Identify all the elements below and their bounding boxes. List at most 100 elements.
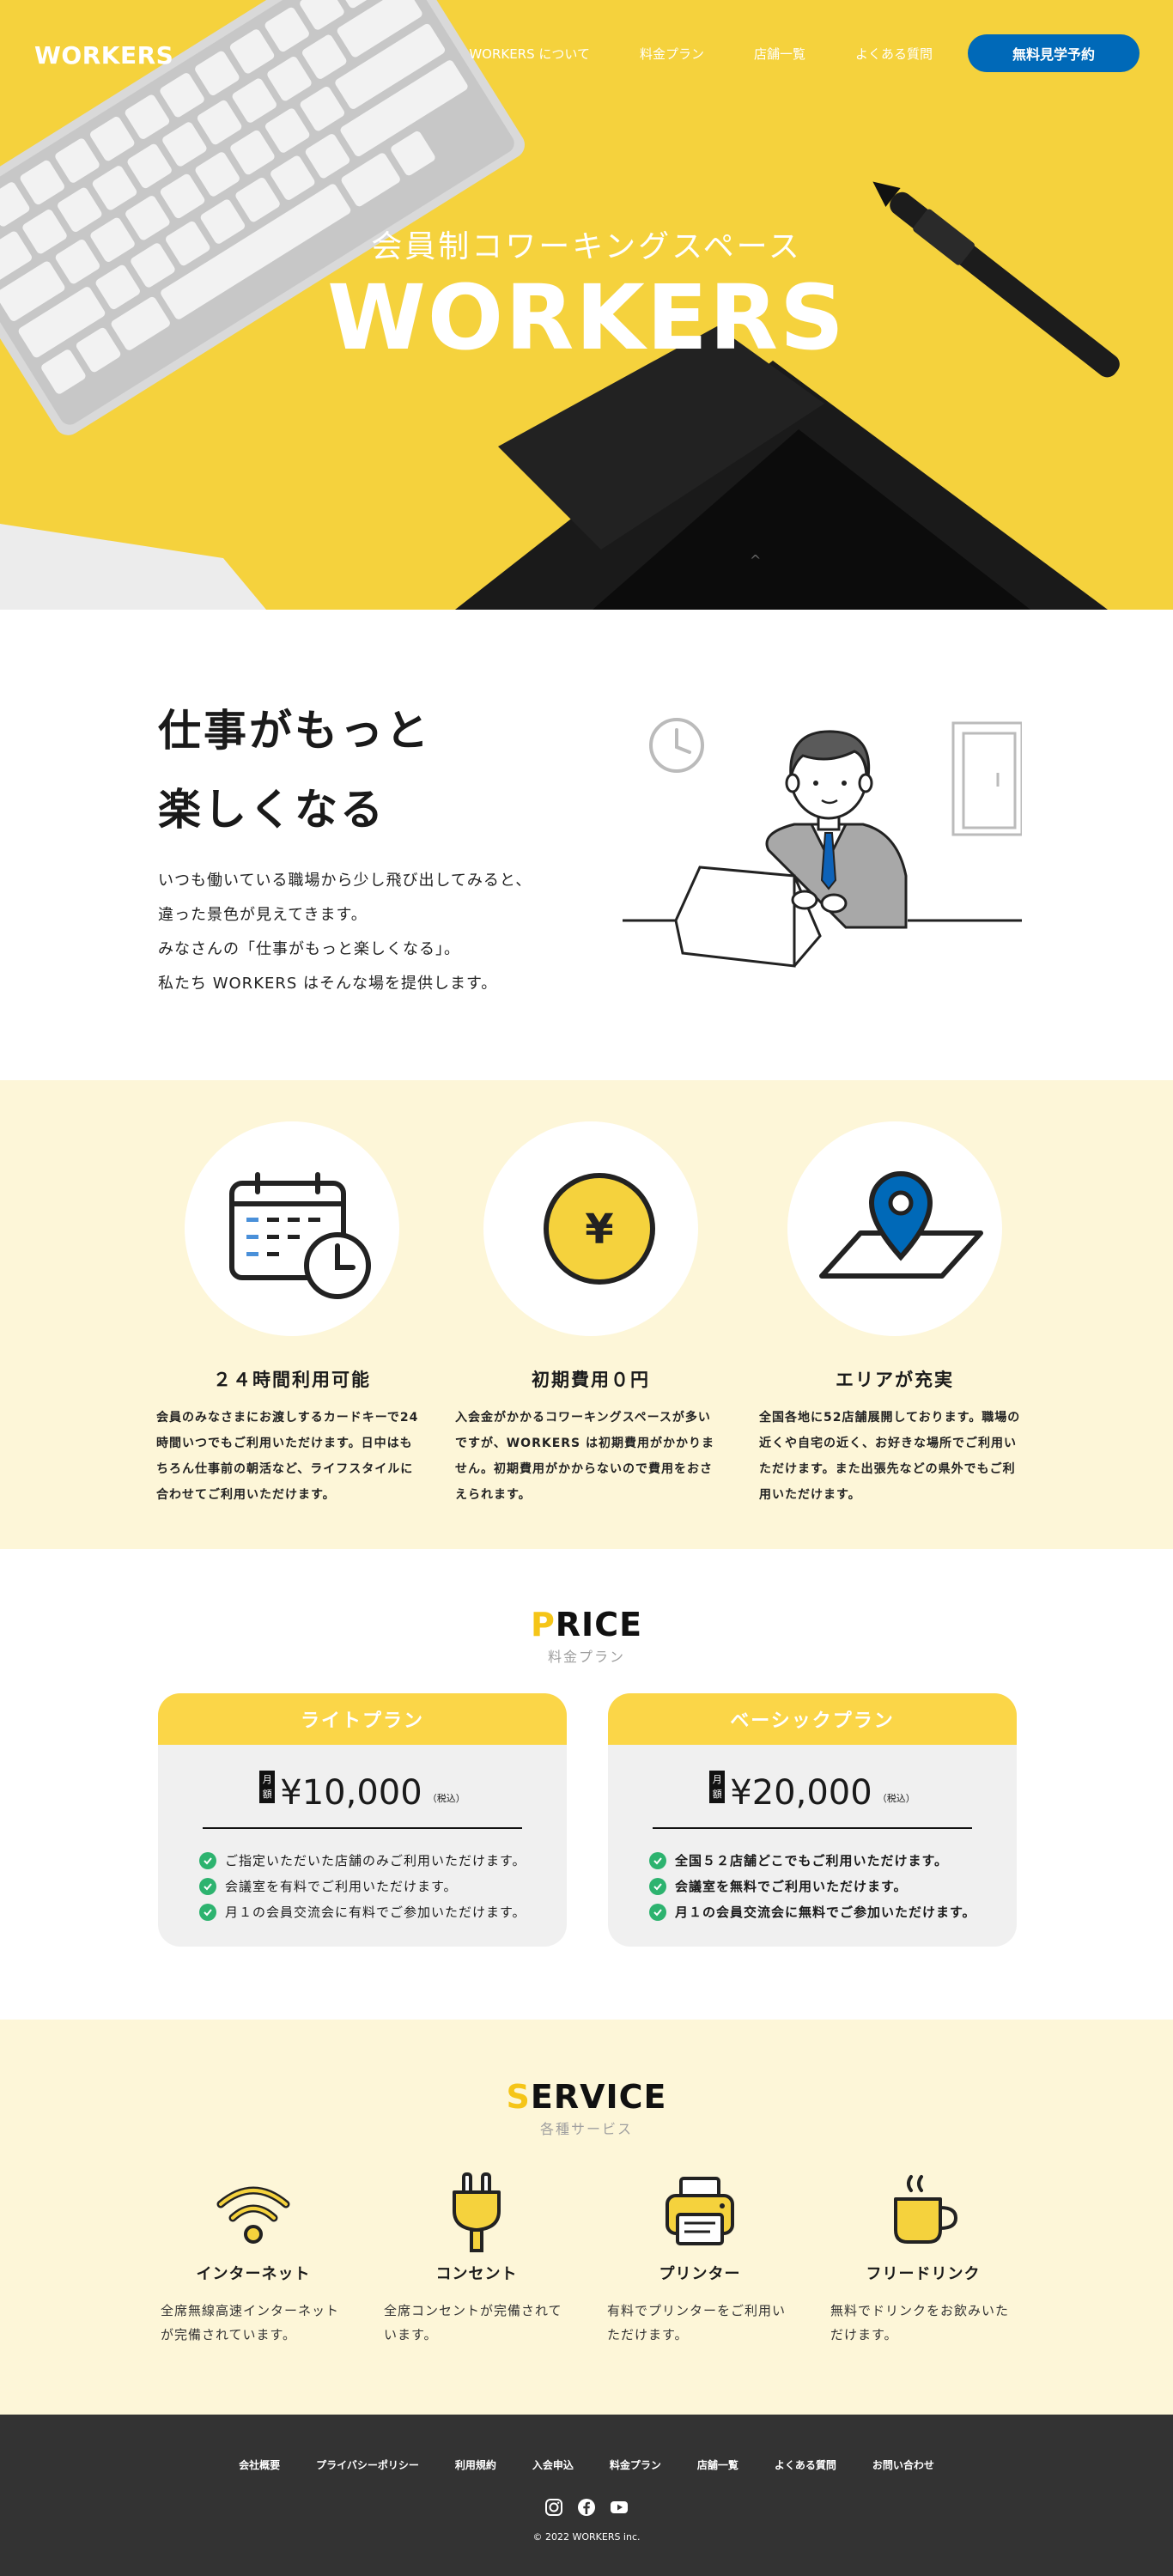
service-section: SERVICE 各種サービス インターネット 全席無線高速インターネットが完備さ… bbox=[0, 2020, 1173, 2415]
footer-link-faq[interactable]: よくある質問 bbox=[775, 2458, 836, 2472]
check-icon bbox=[649, 1852, 666, 1869]
main-nav: WORKERS について 料金プラン 店舗一覧 よくある質問 bbox=[469, 45, 933, 63]
nav-link-faq[interactable]: よくある質問 bbox=[855, 45, 933, 63]
feature-title: エリアが充実 bbox=[836, 1370, 954, 1390]
divider bbox=[203, 1827, 522, 1829]
plan-card-light[interactable]: ライトプラン 月額 ¥10,000 （税込） ご指定いただいた店舗のみご利用いた… bbox=[158, 1693, 567, 1947]
check-icon bbox=[649, 1904, 666, 1921]
intro-text-line: いつも働いている職場から少し飛び出してみると、 bbox=[158, 872, 532, 890]
businessman-laptop-illustration bbox=[623, 718, 1022, 968]
footer-link-terms[interactable]: 利用規約 bbox=[455, 2458, 496, 2472]
footer-link-company[interactable]: 会社概要 bbox=[239, 2458, 280, 2472]
price-section: PRICE 料金プラン ライトプラン 月額 ¥10,000 （税込） ご指定いた… bbox=[0, 1549, 1173, 2020]
check-icon bbox=[649, 1878, 666, 1895]
service-text: 全席コンセントが完備されています。 bbox=[384, 2303, 562, 2342]
plan-name: ベーシックプラン bbox=[608, 1693, 1017, 1745]
scroll-caret-icon[interactable]: ^ bbox=[750, 552, 761, 568]
free-tour-booking-button[interactable]: 無料見学予約 bbox=[968, 34, 1140, 72]
coffee-icon bbox=[894, 2175, 958, 2244]
nav-link-stores[interactable]: 店舗一覧 bbox=[754, 45, 805, 63]
footer-nav: 会社概要 プライバシーポリシー 利用規約 入会申込 料金プラン 店舗一覧 よくあ… bbox=[0, 2458, 1173, 2472]
map-pin-icon bbox=[819, 1171, 983, 1279]
plan-feature-item: 会議室を無料でご利用いただけます。 bbox=[649, 1874, 976, 1899]
feature-text: 全国各地に52店舗展開しております。職場の近くや自宅の近く、お好きな場所でご利用… bbox=[759, 1411, 1021, 1502]
service-heading-rest: ERVICE bbox=[530, 2078, 667, 2116]
facebook-icon[interactable] bbox=[577, 2498, 596, 2517]
intro-title-line-1: 仕事がもっと bbox=[158, 706, 431, 756]
service-title: コンセント bbox=[435, 2265, 518, 2283]
plan-price: 月額 ¥10,000 （税込） bbox=[158, 1771, 567, 1810]
site-footer: 会社概要 プライバシーポリシー 利用規約 入会申込 料金プラン 店舗一覧 よくあ… bbox=[0, 2415, 1173, 2576]
footer-link-contact[interactable]: お問い合わせ bbox=[872, 2458, 934, 2472]
features-section: ２４時間利用可能 会員のみなさまにお渡しするカードキーで24時間いつでもご利用い… bbox=[0, 1080, 1173, 1549]
svg-text:¥: ¥ bbox=[585, 1206, 613, 1254]
plug-icon bbox=[453, 2172, 501, 2252]
price-heading: PRICE 料金プラン bbox=[0, 1606, 1173, 1666]
plan-card-basic[interactable]: ベーシックプラン 月額 ¥20,000 （税込） 全国５２店舗どこでもご利用いた… bbox=[608, 1693, 1017, 1947]
social-links bbox=[0, 2498, 1173, 2517]
site-logo[interactable]: WORKERS bbox=[34, 41, 173, 70]
youtube-icon[interactable] bbox=[610, 2498, 629, 2517]
service-title: インターネット bbox=[196, 2265, 311, 2283]
plan-feature-item: 月１の会員交流会に有料でご参加いただけます。 bbox=[199, 1899, 526, 1925]
plan-feature-text: 会議室を無料でご利用いただけます。 bbox=[675, 1879, 908, 1894]
plan-feature-text: 月１の会員交流会に有料でご参加いただけます。 bbox=[225, 1905, 526, 1920]
tax-note: （税込） bbox=[427, 1793, 465, 1804]
feature-icon-circle bbox=[787, 1121, 1002, 1336]
nav-link-pricing[interactable]: 料金プラン bbox=[640, 45, 704, 63]
check-icon bbox=[199, 1878, 216, 1895]
hero-title: WORKERS bbox=[327, 265, 846, 370]
hero-section: WORKERS WORKERS について 料金プラン 店舗一覧 よくある質問 無… bbox=[0, 0, 1173, 610]
intro-text-line: 私たち WORKERS はそんな場を提供します。 bbox=[158, 975, 498, 993]
plan-name: ライトプラン bbox=[158, 1693, 567, 1745]
service-text: 無料でドリンクをお飲みいただけます。 bbox=[830, 2303, 1010, 2342]
plan-price: 月額 ¥20,000 （税込） bbox=[608, 1771, 1017, 1810]
feature-text: 入会金がかかるコワーキングスペースが多いですが、WORKERS は初期費用がかか… bbox=[455, 1411, 714, 1502]
intro-text-line: みなさんの「仕事がもっと楽しくなる」。 bbox=[158, 940, 460, 958]
footer-link-signup[interactable]: 入会申込 bbox=[532, 2458, 574, 2472]
plan-feature-item: ご指定いただいた店舗のみご利用いただけます。 bbox=[199, 1848, 526, 1874]
plan-feature-item: 月１の会員交流会に無料でご参加いただけます。 bbox=[649, 1899, 976, 1925]
instagram-icon[interactable] bbox=[544, 2498, 563, 2517]
feature-title: ２４時間利用可能 bbox=[213, 1370, 371, 1390]
calendar-clock-icon bbox=[229, 1172, 371, 1299]
plan-feature-text: 全国５２店舗どこでもご利用いただけます。 bbox=[675, 1853, 949, 1868]
check-icon bbox=[199, 1904, 216, 1921]
divider bbox=[653, 1827, 972, 1829]
intro-text-line: 違った景色が見えてきます。 bbox=[158, 906, 368, 924]
intro-title-line-2: 楽しくなる bbox=[158, 785, 386, 835]
service-text: 全席無線高速インターネットが完備されています。 bbox=[161, 2303, 340, 2342]
plan-feature-text: 月１の会員交流会に無料でご参加いただけます。 bbox=[675, 1905, 976, 1920]
feature-title: 初期費用０円 bbox=[532, 1370, 650, 1390]
service-subheading: 各種サービス bbox=[539, 2121, 633, 2137]
intro-text: いつも働いている職場から少し飛び出してみると、 違った景色が見えてきます。 みな… bbox=[158, 864, 532, 1001]
plan-features: 全国５２店舗どこでもご利用いただけます。 会議室を無料でご利用いただけます。 月… bbox=[649, 1848, 976, 1925]
plan-feature-text: 会議室を有料でご利用いただけます。 bbox=[225, 1879, 458, 1894]
intro-section: 仕事がもっと 楽しくなる いつも働いている職場から少し飛び出してみると、 違った… bbox=[0, 610, 1173, 1080]
yen-coin-icon: ¥ bbox=[544, 1173, 655, 1285]
check-icon bbox=[199, 1852, 216, 1869]
nav-link-about[interactable]: WORKERS について bbox=[469, 45, 590, 63]
copyright: © 2022 WORKERS inc. bbox=[532, 2531, 641, 2543]
printer-icon bbox=[666, 2177, 734, 2245]
service-heading-initial: S bbox=[506, 2078, 531, 2116]
service-title: フリードリンク bbox=[866, 2265, 981, 2283]
feature-icon-circle bbox=[185, 1121, 399, 1336]
plan-features: ご指定いただいた店舗のみご利用いただけます。 会議室を有料でご利用いただけます。… bbox=[199, 1848, 526, 1925]
plan-feature-item: 全国５２店舗どこでもご利用いただけます。 bbox=[649, 1848, 976, 1874]
price-heading-rest: RICE bbox=[555, 1606, 643, 1643]
hero-subtitle: 会員制コワーキングスペース bbox=[371, 229, 802, 264]
monthly-tag: 月額 bbox=[709, 1771, 726, 1803]
plan-amount: ¥20,000 bbox=[730, 1773, 872, 1813]
intro-title: 仕事がもっと 楽しくなる bbox=[158, 691, 431, 849]
tax-note: （税込） bbox=[877, 1793, 915, 1804]
service-title: プリンター bbox=[659, 2265, 741, 2283]
footer-link-pricing[interactable]: 料金プラン bbox=[610, 2458, 661, 2472]
monthly-tag: 月額 bbox=[259, 1771, 276, 1803]
feature-text: 会員のみなさまにお渡しするカードキーで24時間いつでもご利用いただけます。日中は… bbox=[156, 1411, 419, 1502]
wifi-icon bbox=[216, 2186, 290, 2244]
footer-link-privacy[interactable]: プライバシーポリシー bbox=[316, 2458, 419, 2472]
site-header: WORKERS WORKERS について 料金プラン 店舗一覧 よくある質問 無… bbox=[0, 0, 1173, 103]
footer-link-stores[interactable]: 店舗一覧 bbox=[697, 2458, 738, 2472]
feature-icon-circle: ¥ bbox=[483, 1121, 698, 1336]
